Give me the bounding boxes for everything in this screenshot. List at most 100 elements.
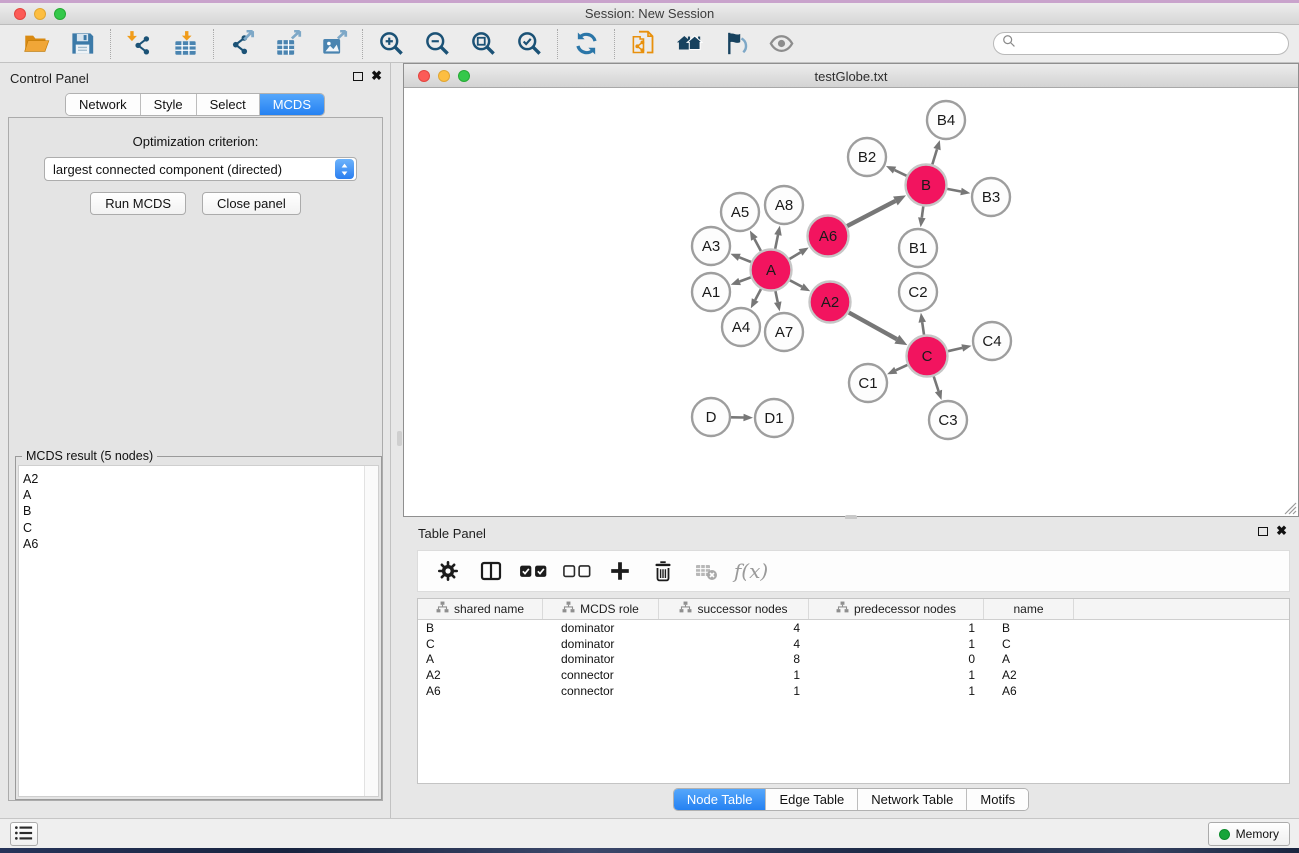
close-panel-icon[interactable]: ✖ xyxy=(371,71,382,81)
edge-B-B3[interactable] xyxy=(947,188,970,196)
tab-network[interactable]: Network xyxy=(66,94,141,115)
save-session-icon[interactable] xyxy=(62,28,102,60)
node-D[interactable]: D xyxy=(692,398,730,436)
vertical-splitter-handle[interactable] xyxy=(397,431,402,446)
deselect-all-icon[interactable] xyxy=(559,554,595,588)
mcds-result-item[interactable]: A2 xyxy=(23,471,378,487)
node-B4[interactable]: B4 xyxy=(927,101,965,139)
run-mcds-button[interactable]: Run MCDS xyxy=(90,192,186,215)
node-A1[interactable]: A1 xyxy=(692,273,730,311)
edge-C-C3[interactable] xyxy=(934,376,942,400)
add-column-icon[interactable] xyxy=(602,554,638,588)
node-D1[interactable]: D1 xyxy=(755,399,793,437)
table-cell[interactable]: A6 xyxy=(418,684,543,698)
node-B2[interactable]: B2 xyxy=(848,138,886,176)
criterion-dropdown[interactable]: largest connected component (directed) xyxy=(44,157,357,181)
task-history-button[interactable] xyxy=(10,822,38,846)
table-cell[interactable]: connector xyxy=(543,684,659,698)
table-cell[interactable]: dominator xyxy=(543,621,659,635)
edge-B-B1[interactable] xyxy=(918,206,926,227)
toggle-panel-icon[interactable] xyxy=(473,554,509,588)
table-cell[interactable]: 8 xyxy=(659,652,809,666)
edge-A-A4[interactable] xyxy=(751,289,761,308)
tab-mcds[interactable]: MCDS xyxy=(260,94,324,115)
edge-A2-C[interactable] xyxy=(849,313,908,346)
column-header-shared-name[interactable]: shared name xyxy=(418,599,543,619)
column-header-predecessor-nodes[interactable]: predecessor nodes xyxy=(809,599,984,619)
table-cell[interactable]: connector xyxy=(543,668,659,682)
zoom-in-icon[interactable] xyxy=(371,28,411,60)
column-header-successor-nodes[interactable]: successor nodes xyxy=(659,599,809,619)
float-table-panel-icon[interactable] xyxy=(1258,527,1268,536)
table-cell[interactable]: 1 xyxy=(809,668,984,682)
table-row[interactable]: Cdominator41C xyxy=(418,636,1289,652)
table-cell[interactable]: A2 xyxy=(984,668,1074,682)
node-A4[interactable]: A4 xyxy=(722,308,760,346)
table-row[interactable]: Bdominator41B xyxy=(418,620,1289,636)
close-table-panel-icon[interactable]: ✖ xyxy=(1276,526,1287,536)
select-all-icon[interactable] xyxy=(516,554,552,588)
table-cell[interactable]: B xyxy=(418,621,543,635)
zoom-fit-icon[interactable] xyxy=(463,28,503,60)
table-tab-node-table[interactable]: Node Table xyxy=(674,789,767,810)
edge-A6-B[interactable] xyxy=(847,195,906,226)
table-cell[interactable]: C xyxy=(984,637,1074,651)
table-cell[interactable]: B xyxy=(984,621,1074,635)
settings-gear-icon[interactable] xyxy=(430,554,466,588)
node-C[interactable]: C xyxy=(907,336,948,377)
table-cell[interactable]: 1 xyxy=(809,621,984,635)
import-network-icon[interactable] xyxy=(119,28,159,60)
float-panel-icon[interactable] xyxy=(353,72,363,81)
node-A8[interactable]: A8 xyxy=(765,186,803,224)
edge-A-A3[interactable] xyxy=(731,254,752,262)
node-A5[interactable]: A5 xyxy=(721,193,759,231)
node-C1[interactable]: C1 xyxy=(849,364,887,402)
mcds-result-item[interactable]: C xyxy=(23,520,378,536)
mcds-result-list[interactable]: A2ABCA6 xyxy=(18,465,379,797)
table-cell[interactable]: A6 xyxy=(984,684,1074,698)
edge-B-B4[interactable] xyxy=(932,140,940,164)
node-B[interactable]: B xyxy=(906,165,947,206)
edge-B-B2[interactable] xyxy=(886,166,907,176)
table-row[interactable]: A2connector11A2 xyxy=(418,667,1289,683)
resize-grip-icon[interactable] xyxy=(1284,502,1297,515)
network-document-icon[interactable] xyxy=(623,28,663,60)
apply-layout-icon[interactable] xyxy=(566,28,606,60)
table-cell[interactable]: dominator xyxy=(543,652,659,666)
column-header-MCDS-role[interactable]: MCDS role xyxy=(543,599,659,619)
export-table-icon[interactable] xyxy=(268,28,308,60)
table-cell[interactable]: A xyxy=(418,652,543,666)
import-table-icon[interactable] xyxy=(165,28,205,60)
node-B1[interactable]: B1 xyxy=(899,229,937,267)
close-panel-button[interactable]: Close panel xyxy=(202,192,301,215)
network-canvas[interactable]: B4B2BB3A8A5A6A3B1AA1C2A2A4A7CC4C1C3DD1 xyxy=(404,88,1298,516)
table-tab-edge-table[interactable]: Edge Table xyxy=(766,789,858,810)
table-cell[interactable]: A xyxy=(984,652,1074,666)
delete-columns-icon[interactable] xyxy=(645,554,681,588)
mcds-result-item[interactable]: B xyxy=(23,503,378,519)
edge-A-A5[interactable] xyxy=(750,231,761,252)
export-network-icon[interactable] xyxy=(222,28,262,60)
table-cell[interactable]: A2 xyxy=(418,668,543,682)
edge-C-C1[interactable] xyxy=(887,365,907,374)
table-tab-network-table[interactable]: Network Table xyxy=(858,789,967,810)
node-A2[interactable]: A2 xyxy=(810,282,851,323)
memory-button[interactable]: Memory xyxy=(1208,822,1290,846)
node-B3[interactable]: B3 xyxy=(972,178,1010,216)
show-details-icon[interactable] xyxy=(761,28,801,60)
table-cell[interactable]: 1 xyxy=(809,684,984,698)
mcds-result-item[interactable]: A6 xyxy=(23,536,378,552)
function-builder-icon[interactable]: f(x) xyxy=(731,554,767,588)
edge-A-A6[interactable] xyxy=(790,248,809,260)
table-cell[interactable]: 0 xyxy=(809,652,984,666)
table-cell[interactable]: 4 xyxy=(659,637,809,651)
table-cell[interactable]: 4 xyxy=(659,621,809,635)
edge-A-A8[interactable] xyxy=(774,226,781,249)
hide-details-icon[interactable] xyxy=(715,28,755,60)
node-C3[interactable]: C3 xyxy=(929,401,967,439)
zoom-out-icon[interactable] xyxy=(417,28,457,60)
network-window-titlebar[interactable]: testGlobe.txt xyxy=(404,64,1298,88)
home-icon[interactable] xyxy=(669,28,709,60)
search-input[interactable] xyxy=(1016,35,1288,53)
edge-A-A7[interactable] xyxy=(774,291,782,311)
